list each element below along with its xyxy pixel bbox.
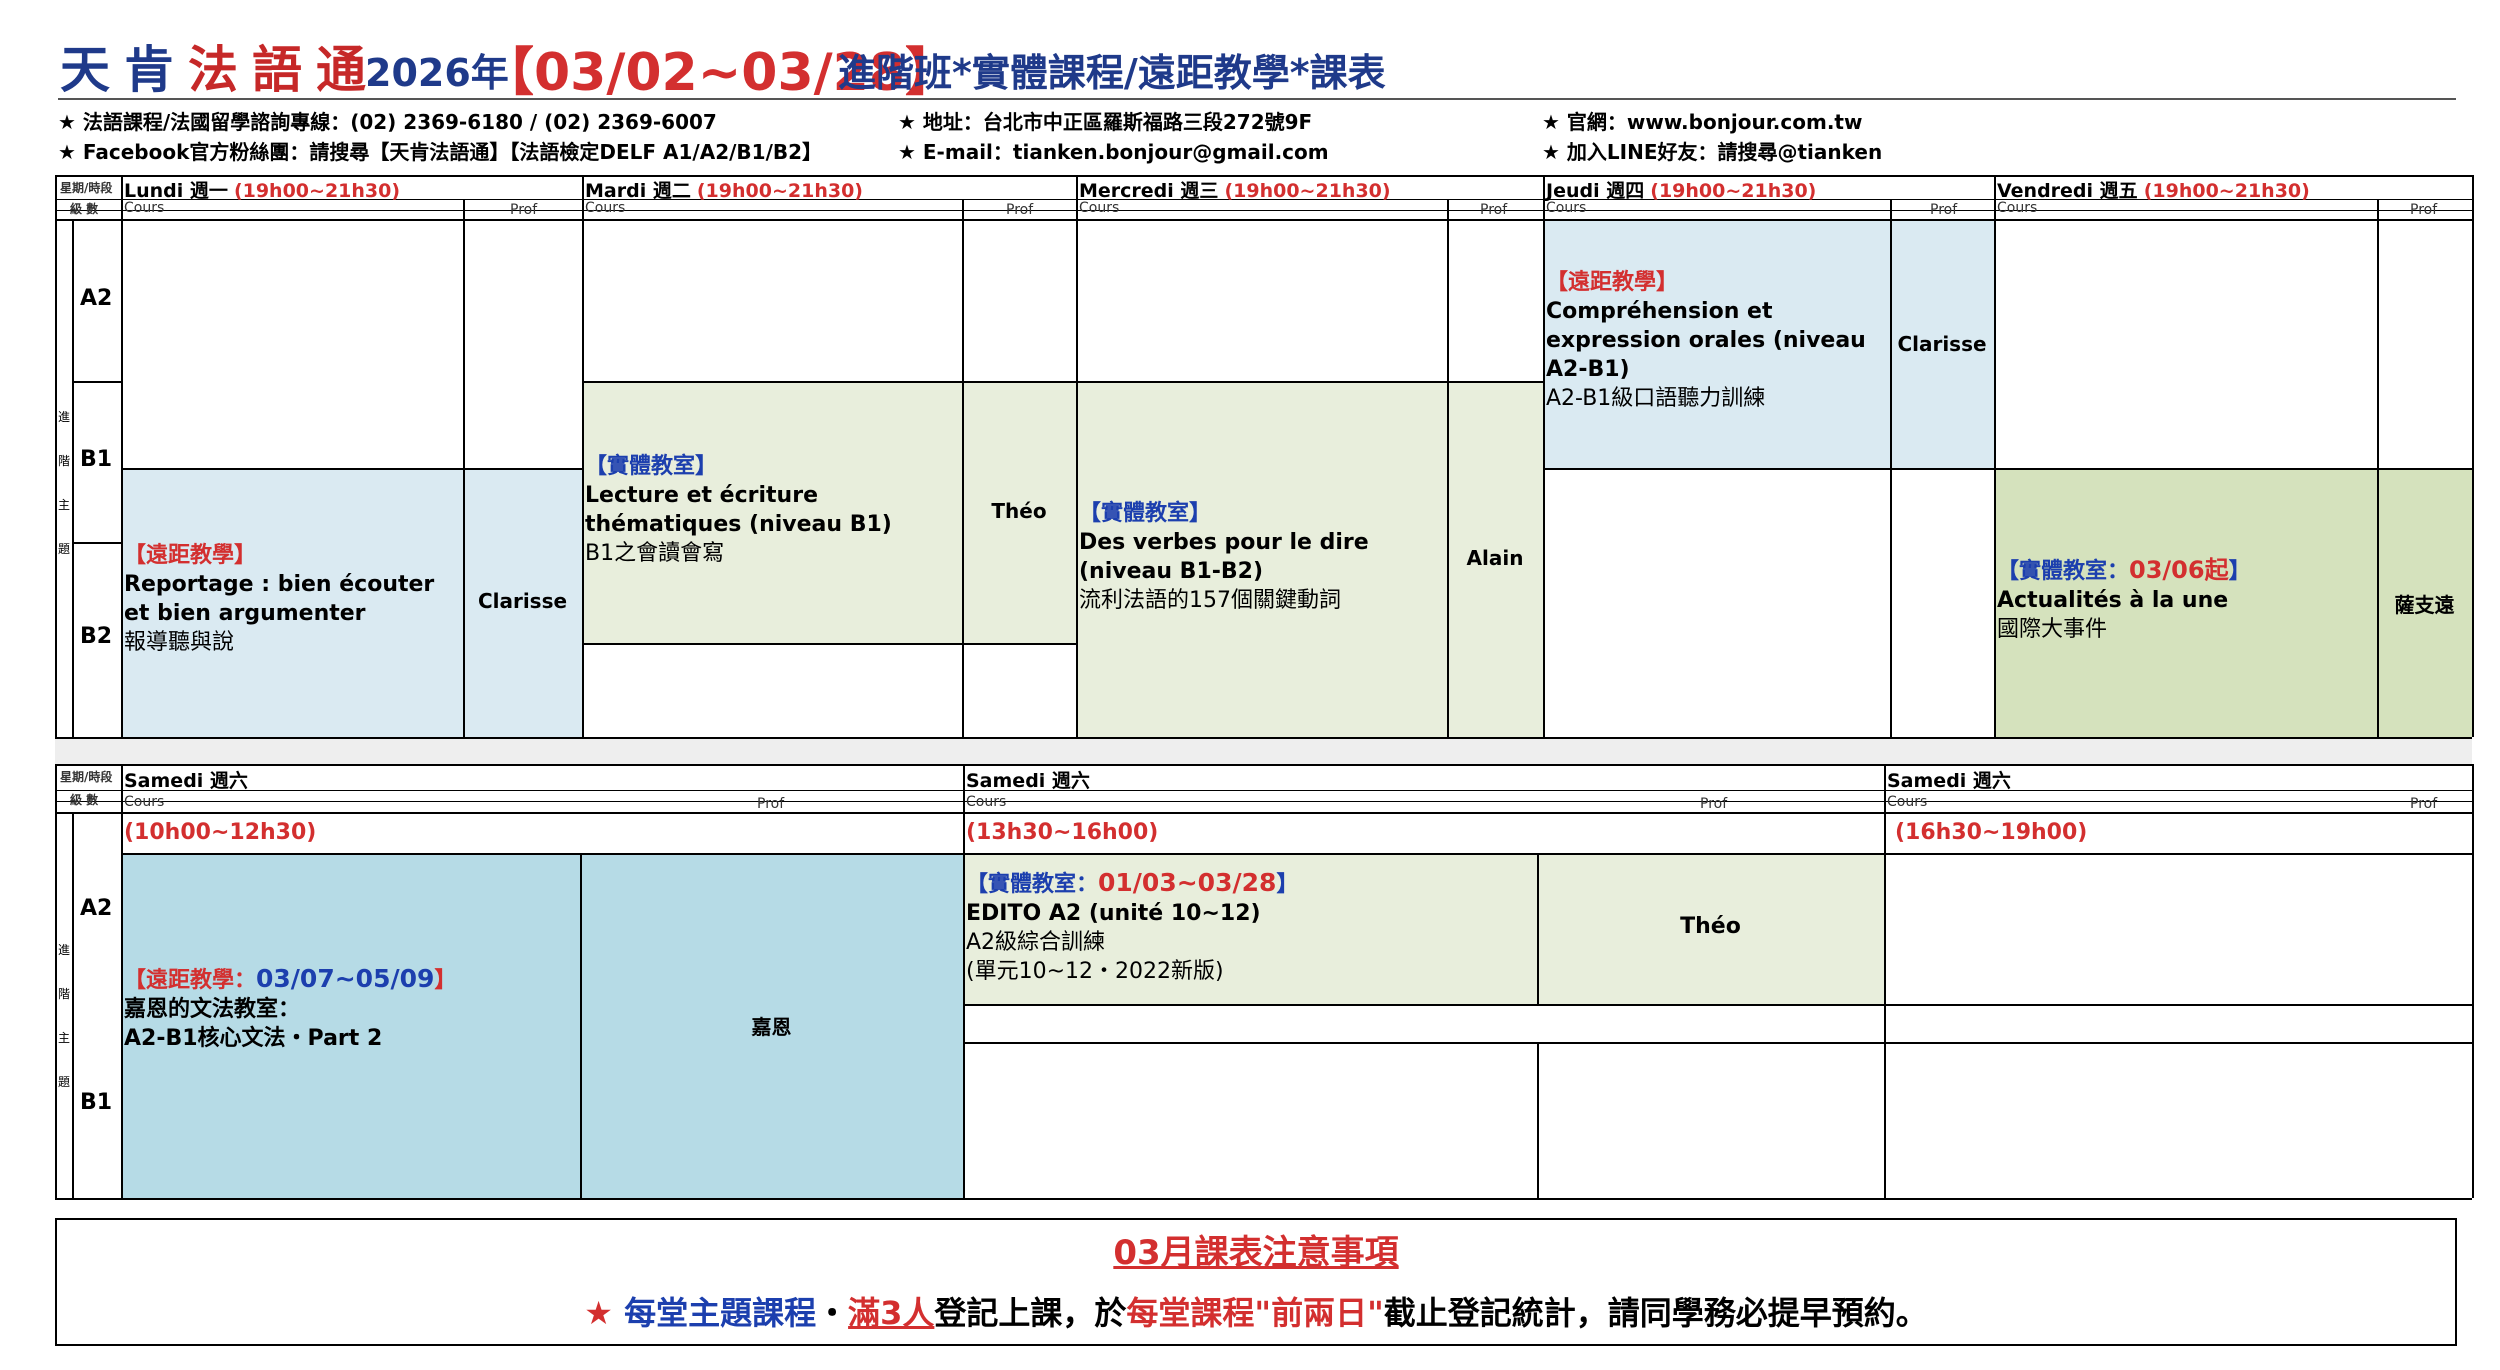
header-divider — [58, 98, 2456, 100]
brand-char: 語 — [252, 41, 316, 99]
prof-mardi: Théo — [991, 499, 1047, 523]
cours-label: Cours — [1997, 200, 2038, 216]
prof-lundi: Clarisse — [477, 589, 568, 613]
level-a2: A2 — [80, 896, 113, 921]
brand-char: 肯 — [124, 41, 188, 99]
course-jeudi[interactable]: 【遠距教學】 Compréhension et expression orale… — [1546, 268, 1886, 413]
day-header-vendredi: Vendredi 週五 (19h00~21h30) — [1997, 180, 2310, 202]
time-slot-afternoon: (13h30~16h00) — [966, 820, 1159, 845]
corner-level-label: 級 數 — [70, 793, 99, 807]
brand-char: 法 — [188, 41, 252, 99]
notice-text: ★ 每堂主題課程・滿3人登記上課，於每堂課程"前兩日"截止登記統計，請同學務必提… — [584, 1294, 1928, 1332]
side-vertical-label: 進階主題 — [57, 410, 70, 556]
prof-label: Prof — [510, 202, 538, 218]
corner-level-label: 級 數 — [70, 202, 99, 216]
info-address: ★ 地址：台北市中正區羅斯福路三段272號9F — [898, 110, 1313, 134]
level-b1: B1 — [80, 447, 113, 472]
prof-mercredi: Alain — [1466, 546, 1524, 570]
info-line: ★ 加入LINE好友：請搜尋@tianken — [1542, 140, 1883, 164]
side-vertical-label: 進階主題 — [57, 943, 70, 1089]
course-lundi[interactable]: 【遠距教學】 Reportage : bien écouter et bien … — [124, 541, 454, 657]
info-facebook: ★ Facebook官方粉絲團：請搜尋【天肯法語通】【法語檢定DELF A1/A… — [58, 140, 823, 164]
cours-label: Cours — [124, 200, 165, 216]
prof-label: Prof — [2410, 202, 2438, 218]
day-header-samedi-1: Samedi 週六 — [124, 770, 248, 792]
day-header-lundi: Lundi 週一 (19h00~21h30) — [124, 180, 401, 202]
prof-saturday-afternoon: Théo — [1680, 914, 1741, 939]
course-saturday-morning[interactable]: 【遠距教學：03/07~05/09】 嘉恩的文法教室： A2-B1核心文法・Pa… — [124, 964, 574, 1053]
cours-label: Cours — [124, 794, 165, 810]
notice-title: 03月課表注意事項 — [1113, 1233, 1399, 1273]
brand-char: 天 — [60, 41, 124, 99]
level-b1: B1 — [80, 1090, 113, 1115]
cours-label: Cours — [1546, 200, 1587, 216]
info-phone: ★ 法語課程/法國留學諮詢專線：(02) 2369-6180 / (02) 23… — [58, 110, 717, 134]
info-email[interactable]: ★ E-mail：tianken.bonjour@gmail.com — [898, 136, 1329, 165]
header-subtitle: 進階班*實體課程/遠距教學*課表 — [838, 51, 1386, 95]
corner-day-label: 星期/時段 — [60, 770, 113, 784]
cours-label: Cours — [585, 200, 626, 216]
table-separator — [55, 739, 2472, 764]
day-header-samedi-2: Samedi 週六 — [966, 770, 1090, 792]
prof-label: Prof — [1480, 202, 1508, 218]
level-b2: B2 — [80, 624, 113, 649]
day-header-mercredi: Mercredi 週三 (19h00~21h30) — [1079, 180, 1391, 202]
cours-label: Cours — [966, 794, 1007, 810]
brand-logo: 天肯法語通 — [60, 30, 380, 102]
prof-saturday-morning: 嘉恩 — [751, 1015, 792, 1039]
day-header-mardi: Mardi 週二 (19h00~21h30) — [585, 180, 863, 202]
cours-label: Cours — [1887, 794, 1928, 810]
course-saturday-afternoon[interactable]: 【實體教室：01/03~03/28】 EDITO A2 (unité 10~12… — [966, 868, 1526, 986]
time-slot-morning: (10h00~12h30) — [124, 820, 317, 845]
course-mercredi[interactable]: 【實體教室】 Des verbes pour le dire (niveau B… — [1079, 499, 1439, 615]
day-header-samedi-3: Samedi 週六 — [1887, 770, 2011, 792]
prof-jeudi: Clarisse — [1897, 332, 1987, 356]
prof-vendredi: 薩支遠 — [2394, 593, 2455, 617]
corner-day-label: 星期/時段 — [60, 181, 113, 195]
prof-label: Prof — [1930, 202, 1958, 218]
prof-label: Prof — [757, 796, 785, 812]
info-website[interactable]: ★ 官網：www.bonjour.com.tw — [1542, 106, 1862, 135]
level-a2: A2 — [80, 286, 113, 311]
prof-label: Prof — [1006, 202, 1034, 218]
course-vendredi[interactable]: 【實體教室：03/06起】 Actualités à la une 國際大事件 — [1997, 556, 2367, 644]
prof-label: Prof — [2410, 796, 2438, 812]
day-header-jeudi: Jeudi 週四 (19h00~21h30) — [1546, 180, 1817, 202]
cours-label: Cours — [1079, 200, 1120, 216]
time-slot-evening: (16h30~19h00) — [1895, 820, 2088, 845]
course-mardi[interactable]: 【實體教室】 Lecture et écriture thématiques (… — [585, 452, 955, 568]
prof-label: Prof — [1700, 796, 1728, 812]
